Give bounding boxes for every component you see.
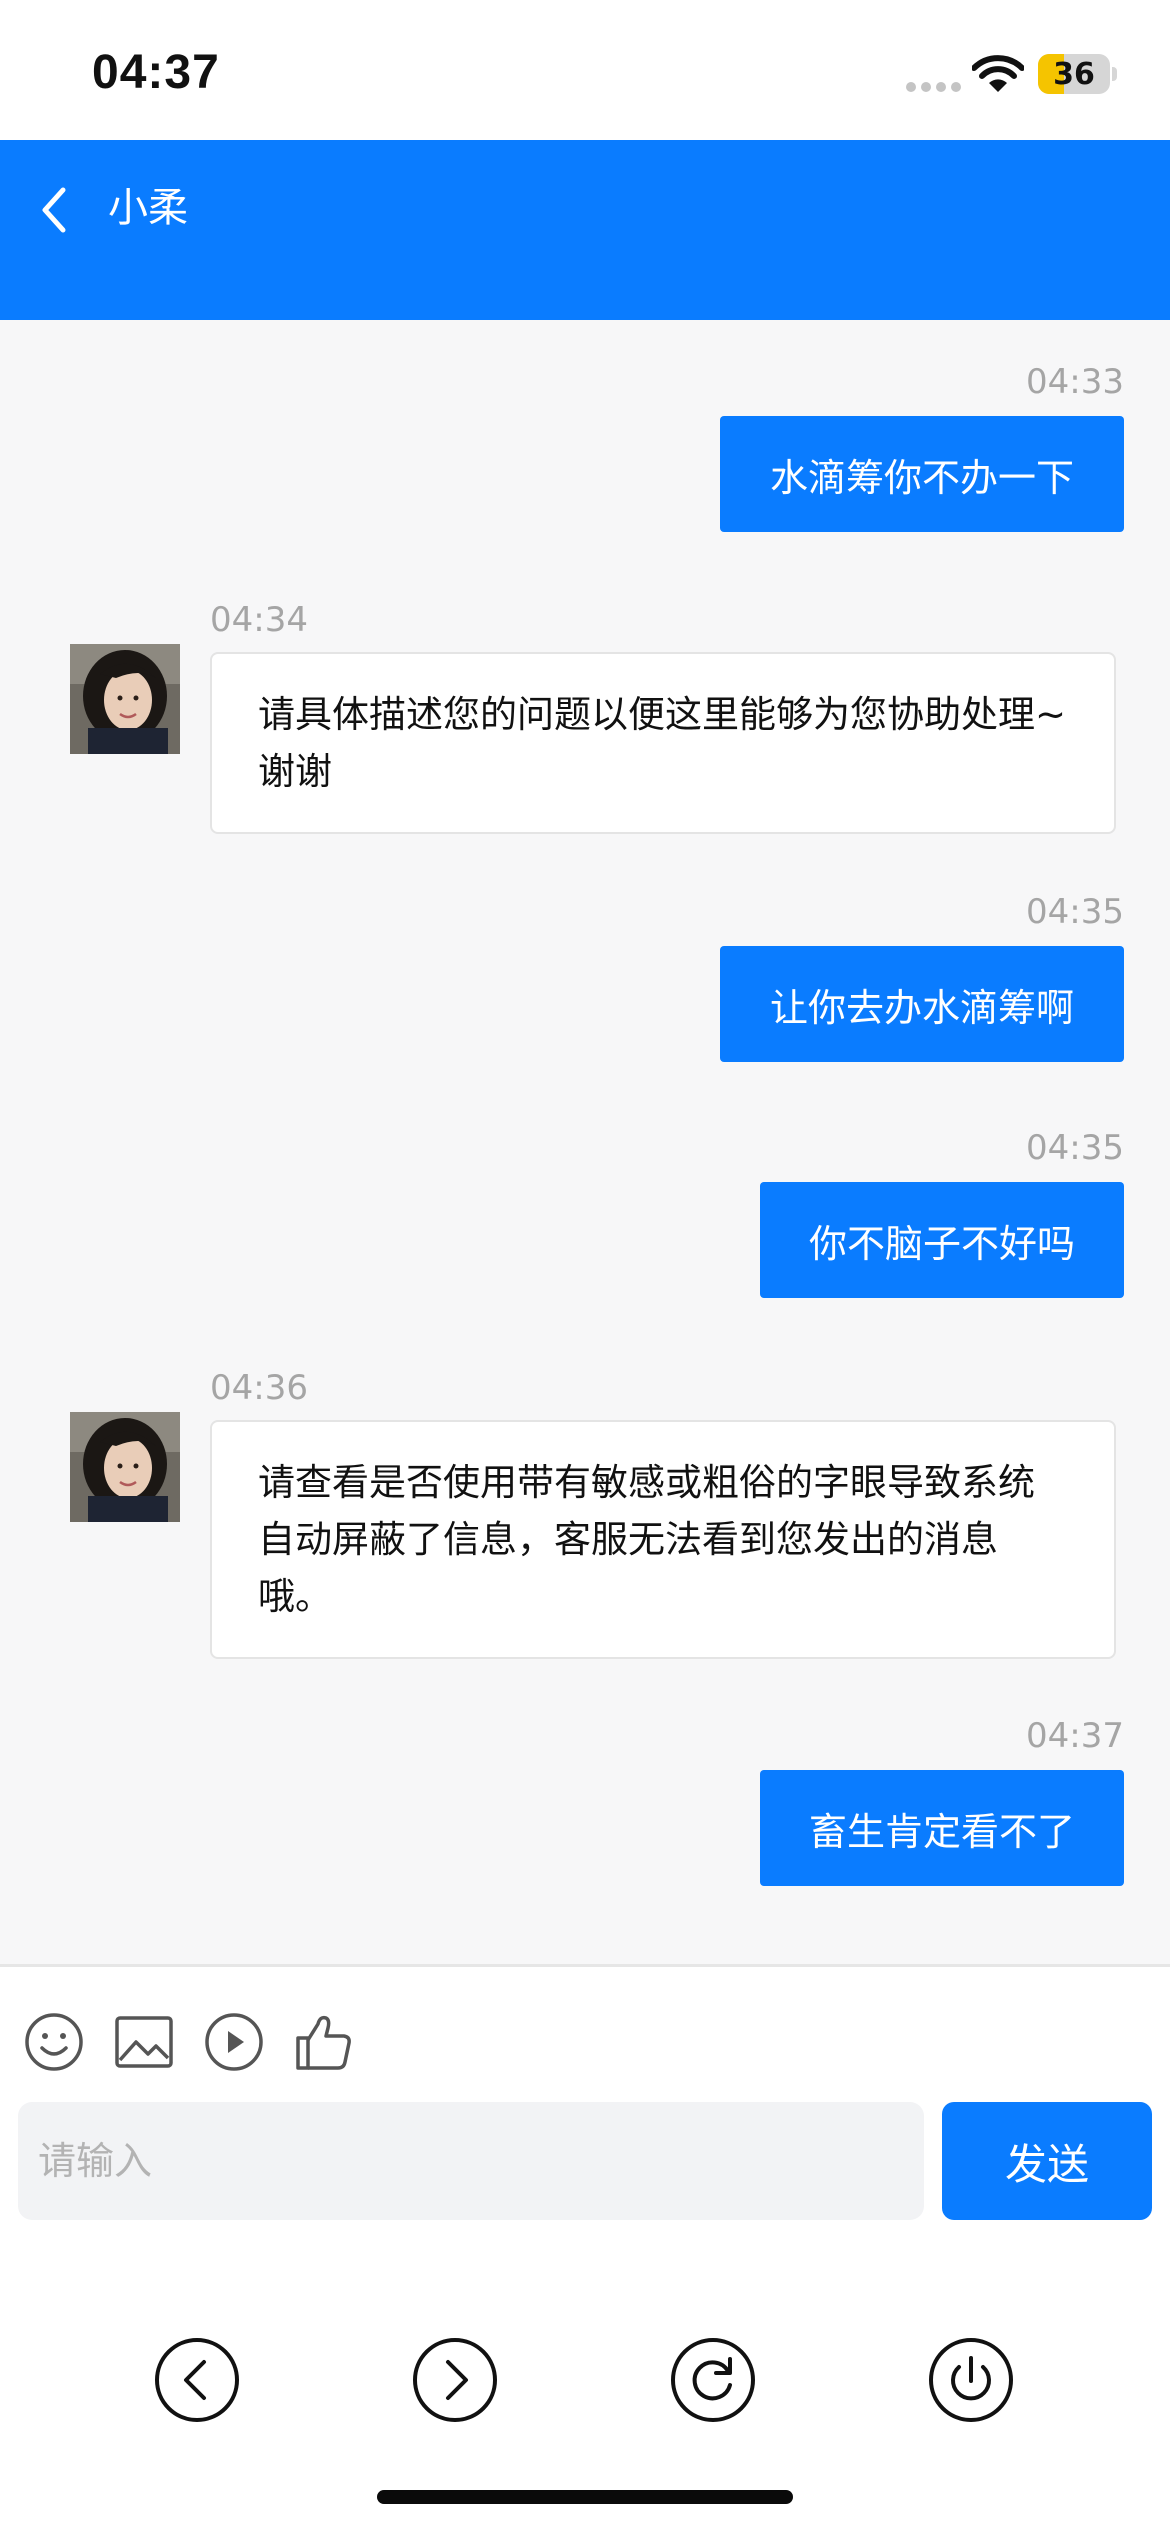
refresh-icon[interactable] (670, 2337, 756, 2423)
smiley-icon[interactable] (24, 2012, 84, 2072)
battery-level: 36 (1053, 56, 1095, 92)
forward-circle-icon[interactable] (412, 2337, 498, 2423)
message-bubble-outgoing[interactable]: 让你去办水滴筹啊 (720, 946, 1124, 1062)
send-button[interactable]: 发送 (942, 2102, 1152, 2220)
message-input[interactable] (18, 2102, 924, 2220)
avatar[interactable] (70, 1412, 180, 1522)
play-icon[interactable] (204, 2012, 264, 2072)
chat-title: 小柔 (108, 185, 188, 231)
chat-messages[interactable]: 04:33 水滴筹你不办一下 04:34 请具体描述您的问题以便这里能够为您协助… (0, 320, 1170, 1964)
chat-header: 小柔 (0, 140, 1170, 320)
thumbs-up-icon[interactable] (294, 2012, 354, 2072)
back-circle-icon[interactable] (154, 2337, 240, 2423)
message-time: 04:35 (1026, 892, 1124, 932)
message-time: 04:37 (1026, 1716, 1124, 1756)
message-bubble-outgoing[interactable]: 你不脑子不好吗 (760, 1182, 1124, 1298)
message-time: 04:33 (1026, 362, 1124, 402)
battery-icon: 36 (1038, 54, 1110, 94)
message-bubble-outgoing[interactable]: 水滴筹你不办一下 (720, 416, 1124, 532)
status-bar: 04:37 36 (0, 0, 1170, 140)
battery-cap (1112, 67, 1117, 81)
message-time: 04:35 (1026, 1128, 1124, 1168)
message-time: 04:36 (210, 1368, 308, 1408)
message-time: 04:34 (210, 600, 308, 640)
message-bubble-incoming[interactable]: 请具体描述您的问题以便这里能够为您协助处理~谢谢 (210, 652, 1116, 834)
back-button[interactable] (24, 170, 84, 250)
image-icon[interactable] (114, 2012, 174, 2072)
avatar[interactable] (70, 644, 180, 754)
chevron-left-icon (42, 187, 66, 233)
home-indicator[interactable] (377, 2490, 793, 2504)
wifi-icon (972, 55, 1024, 92)
power-icon[interactable] (928, 2337, 1014, 2423)
message-bubble-outgoing[interactable]: 畜生肯定看不了 (760, 1770, 1124, 1886)
input-divider (0, 1964, 1170, 1967)
message-bubble-incoming[interactable]: 请查看是否使用带有敏感或粗俗的字眼导致系统自动屏蔽了信息，客服无法看到您发出的消… (210, 1420, 1116, 1659)
status-time: 04:37 (92, 46, 220, 99)
cellular-signal-icon (906, 82, 962, 92)
